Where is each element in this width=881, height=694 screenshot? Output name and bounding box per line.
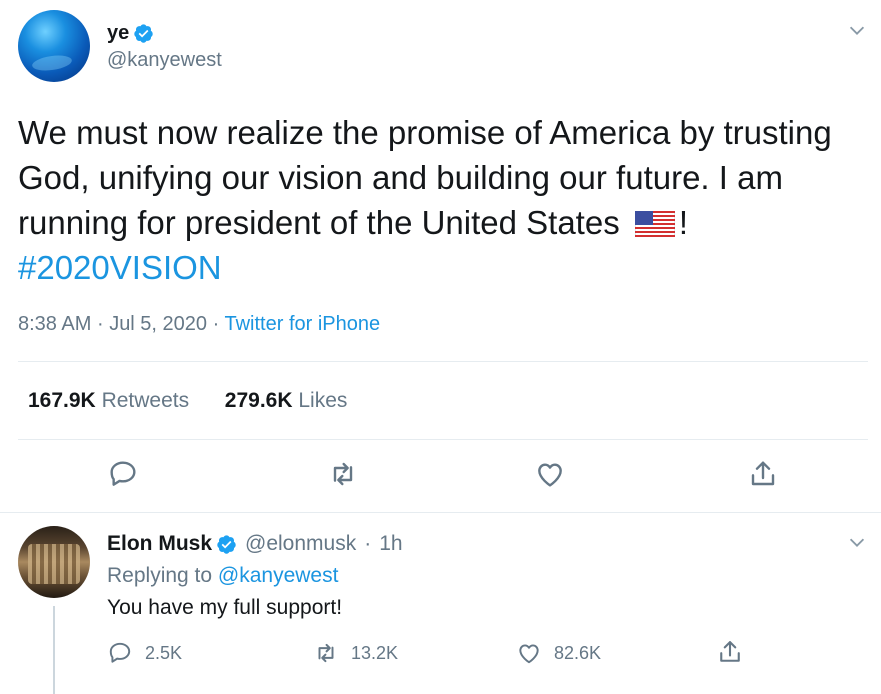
retweets-stat[interactable]: 167.9K Retweets (28, 389, 189, 412)
divider (18, 361, 868, 362)
tweet-source-link[interactable]: Twitter for iPhone (224, 313, 380, 335)
tweet-text-main: We must now realize the promise of Ameri… (18, 114, 832, 241)
replying-to-label: Replying to (107, 564, 213, 587)
author-handle[interactable]: @kanyewest (107, 49, 222, 71)
reply-author-avatar[interactable] (18, 526, 90, 598)
retweet-icon (318, 643, 334, 663)
likes-stat[interactable]: 279.6K Likes (225, 389, 348, 412)
replying-to: Replying to @kanyewest (107, 564, 338, 588)
us-flag-emoji (634, 211, 675, 237)
tweet-time[interactable]: 8:38 AM (18, 313, 91, 335)
tweet-date[interactable]: Jul 5, 2020 (109, 313, 207, 335)
retweets-label: Retweets (101, 389, 190, 412)
hashtag-link[interactable]: #2020VISION (18, 249, 222, 286)
tweet-stats: 167.9K Retweets 279.6K Likes (28, 389, 347, 413)
reply-icon (109, 642, 131, 663)
reply-author-name[interactable]: Elon Musk (107, 532, 212, 556)
like-count: 82.6K (554, 642, 602, 663)
tweet-text-punct: ! (678, 204, 689, 241)
retweets-count: 167.9K (28, 389, 96, 412)
likes-count: 279.6K (224, 389, 293, 412)
reply-icon[interactable] (107, 458, 139, 490)
meta-separator: · (212, 313, 220, 335)
likes-label: Likes (298, 389, 348, 412)
verified-badge-icon (217, 534, 236, 554)
reply-retweet-action[interactable]: 13.2K (313, 640, 398, 666)
divider (18, 439, 868, 440)
reply-reply-action[interactable]: 2.5K (107, 640, 182, 666)
share-icon[interactable] (747, 458, 779, 490)
share-icon[interactable] (716, 638, 744, 666)
author-name-row[interactable]: ye (107, 22, 154, 44)
meta-separator: · (96, 313, 104, 335)
tweet-text: We must now realize the promise of Ameri… (18, 110, 868, 290)
reply-header: Elon Musk @elonmusk · 1h (107, 532, 403, 556)
reply-separator (0, 512, 881, 513)
chevron-down-icon[interactable] (846, 531, 868, 553)
reply-text: You have my full support! (107, 596, 343, 619)
retweet-count: 13.2K (351, 642, 399, 663)
reply-age[interactable]: 1h (379, 532, 402, 556)
reply-count: 2.5K (145, 642, 183, 663)
reply-author-handle[interactable]: @elonmusk (245, 532, 356, 556)
verified-badge-icon (134, 23, 153, 43)
retweet-icon[interactable] (327, 458, 359, 490)
reply-like-action[interactable]: 82.6K (516, 640, 601, 666)
reply-separator-dot: · (364, 532, 372, 555)
thread-line (53, 606, 55, 694)
author-avatar[interactable] (18, 10, 90, 82)
replying-to-handle[interactable]: @kanyewest (218, 564, 339, 587)
like-icon[interactable] (534, 458, 566, 490)
author-name[interactable]: ye (107, 22, 129, 44)
tweet-meta: 8:38 AM · Jul 5, 2020 · Twitter for iPho… (18, 312, 380, 336)
chevron-down-icon[interactable] (846, 19, 868, 41)
like-icon (519, 644, 539, 664)
